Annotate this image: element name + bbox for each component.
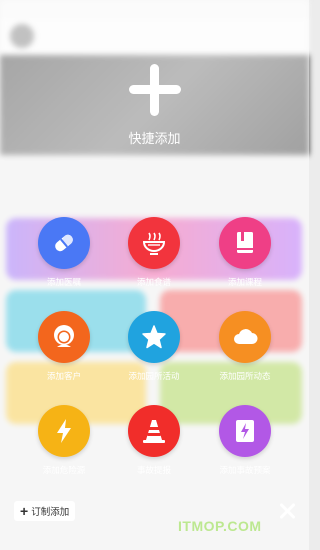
add-customer-label: 添加客户 xyxy=(46,371,81,381)
custom-add-label: 订制添加 xyxy=(31,507,70,518)
add-medical-order-button[interactable]: 添加医嘱 xyxy=(14,217,114,288)
lightning-icon xyxy=(38,405,90,457)
add-course-button[interactable]: 添加课程 xyxy=(195,217,295,288)
pill-icon xyxy=(38,217,90,269)
add-recipe-button[interactable]: 添加食谱 xyxy=(104,217,204,288)
report-accident-label: 事故提报 xyxy=(136,465,171,475)
add-recipe-label: 添加食谱 xyxy=(136,277,171,287)
bowl-icon xyxy=(128,217,180,269)
custom-add-button[interactable]: + 订制添加 xyxy=(14,501,76,521)
add-news-label: 添加园所动态 xyxy=(219,371,271,381)
watermark: ITMOP.COM xyxy=(178,518,262,534)
add-hazard-button[interactable]: 添加危险源 xyxy=(14,405,114,476)
book-icon xyxy=(219,217,271,269)
add-medical-order-label: 添加医嘱 xyxy=(46,277,81,287)
cloud-icon xyxy=(219,311,271,363)
traffic-cone-icon xyxy=(128,405,180,457)
plus-small-icon: + xyxy=(20,503,29,519)
add-activity-button[interactable]: 添加园所活动 xyxy=(104,311,204,382)
plus-icon[interactable] xyxy=(129,64,181,116)
add-hazard-label: 添加危险源 xyxy=(42,465,86,475)
add-customer-button[interactable]: 添加客户 xyxy=(14,311,114,382)
close-icon[interactable] xyxy=(277,501,297,521)
star-icon xyxy=(128,311,180,363)
report-accident-button[interactable]: 事故提报 xyxy=(104,405,204,476)
customer-icon xyxy=(38,311,90,363)
document-bolt-icon xyxy=(219,405,271,457)
add-activity-label: 添加园所活动 xyxy=(128,371,180,381)
add-emergency-plan-button[interactable]: 添加事故预案 xyxy=(195,405,295,476)
add-course-label: 添加课程 xyxy=(227,277,262,287)
add-emergency-plan-label: 添加事故预案 xyxy=(219,465,271,475)
add-news-button[interactable]: 添加园所动态 xyxy=(195,311,295,382)
quick-add-label: 快捷添加 xyxy=(128,131,181,146)
